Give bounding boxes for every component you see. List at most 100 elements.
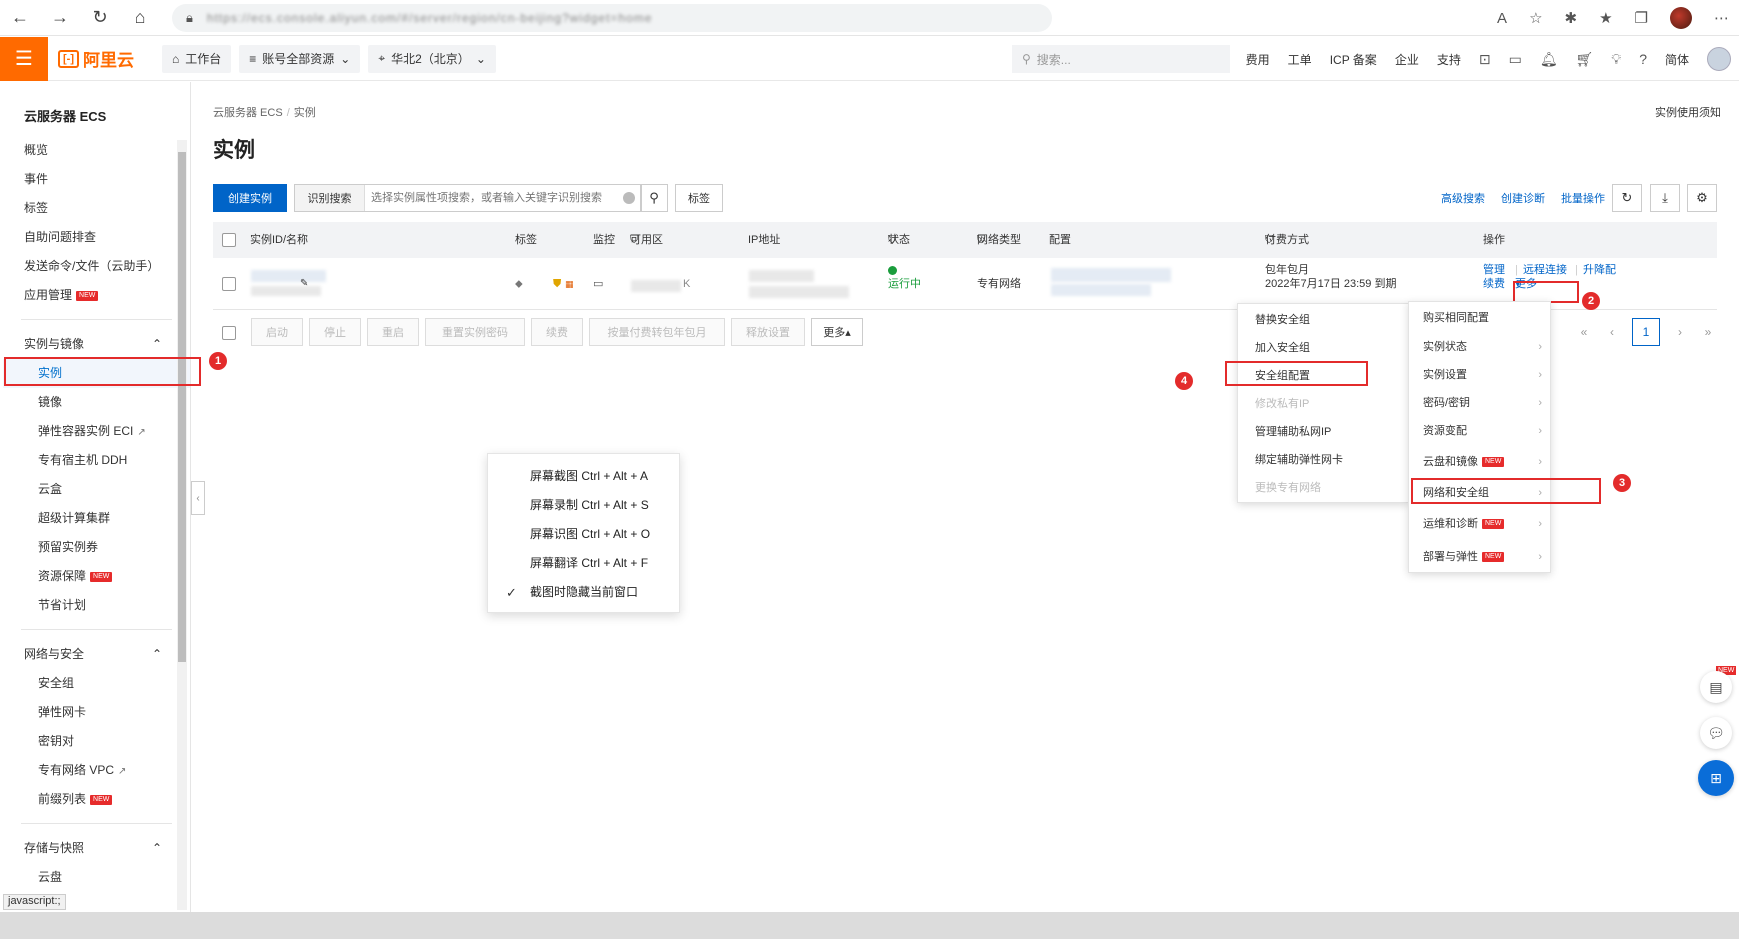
sidebar-item-scc[interactable]: 超级计算集群 [3, 504, 190, 533]
scrollbar-thumb[interactable] [178, 152, 186, 662]
favorites-icon[interactable]: ★ [1599, 9, 1612, 27]
buy-same-config-item[interactable]: 购买相同配置 [1409, 304, 1550, 332]
join-security-group-item[interactable]: 加入安全组 [1238, 334, 1408, 362]
sidebar-scrollbar[interactable] [177, 140, 187, 910]
sidebar-item-prefix-lists[interactable]: 前缀列表 NEW [3, 785, 190, 814]
modify-private-ip-item[interactable]: 修改私有IP [1238, 390, 1408, 418]
ctx-hide-window-item[interactable]: ✓ 截图时隐藏当前窗口 [488, 578, 679, 607]
next-page-button[interactable]: › [1666, 325, 1694, 339]
settings-icon[interactable]: ⚙ [1687, 184, 1717, 212]
ctx-screenshot-item[interactable]: 屏幕截图 Ctrl + Alt + A [488, 462, 679, 491]
tag-filter-button[interactable]: 标签 [675, 184, 723, 212]
bell-icon[interactable]: 🔔︎ [1540, 51, 1558, 68]
home-icon[interactable]: ⌂ [120, 0, 160, 36]
disk-image-item[interactable]: 云盘和镜像 NEW › [1409, 448, 1550, 476]
sidebar-item-cloudbox[interactable]: 云盒 [3, 475, 190, 504]
read-aloud-icon[interactable]: A [1497, 10, 1507, 27]
ctx-ocr-item[interactable]: 屏幕识图 Ctrl + Alt + O [488, 520, 679, 549]
sidebar-collapse-button[interactable]: ‹ [191, 481, 205, 515]
workbench-button[interactable]: ⌂ 工作台 [162, 44, 232, 73]
collections-icon[interactable]: ❐ [1635, 9, 1648, 27]
top-link-tickets[interactable]: 工单 [1288, 51, 1312, 68]
apps-grid-icon[interactable]: ⊞ [1698, 760, 1734, 796]
ctx-translate-item[interactable]: 屏幕翻译 Ctrl + Alt + F [488, 549, 679, 578]
manage-secondary-ip-item[interactable]: 管理辅助私网IP [1238, 418, 1408, 446]
instance-search-input[interactable] [365, 186, 623, 210]
replace-security-group-item[interactable]: 替换安全组 [1238, 306, 1408, 334]
sidebar-item-eci[interactable]: 弹性容器实例 ECI ↗ [3, 417, 190, 446]
search-button[interactable]: ⚲ [640, 184, 668, 212]
menu-icon[interactable]: ☰ [0, 36, 48, 81]
refresh-icon[interactable]: ↻ [1612, 184, 1642, 212]
prev-page-button[interactable]: ‹ [1598, 325, 1626, 339]
sidebar-item-savings-plan[interactable]: 节省计划 [3, 591, 190, 620]
favorite-add-icon[interactable]: ☆ [1529, 9, 1542, 27]
bind-eni-item[interactable]: 绑定辅助弹性网卡 [1238, 446, 1408, 474]
tag-icon[interactable]: ⬥ [515, 266, 523, 302]
resize-link[interactable]: 升降配 [1583, 252, 1616, 288]
sidebar-item-reserved[interactable]: 预留实例券 [3, 533, 190, 562]
change-vpc-item[interactable]: 更换专有网络 [1238, 474, 1408, 502]
monitor-icon[interactable]: ▭ [593, 266, 603, 302]
renew-link[interactable]: 续费 [1483, 266, 1505, 302]
top-link-fees[interactable]: 费用 [1246, 51, 1270, 68]
top-link-icp[interactable]: ICP 备案 [1330, 51, 1377, 68]
address-bar[interactable]: 🔒︎ https://ecs.console.aliyun.com/#/serv… [172, 4, 1052, 32]
user-avatar[interactable] [1707, 47, 1731, 71]
sidebar-group-instances-images[interactable]: 实例与镜像 ⌃ [3, 329, 190, 359]
language-switch[interactable]: 简体 [1665, 51, 1689, 68]
first-page-button[interactable]: « [1570, 325, 1598, 339]
top-link-enterprise[interactable]: 企业 [1395, 51, 1419, 68]
sidebar-item-images[interactable]: 镜像 [3, 388, 190, 417]
sidebar-item-tags[interactable]: 标签 [3, 194, 190, 223]
select-all-checkbox[interactable] [222, 233, 236, 247]
current-page[interactable]: 1 [1632, 318, 1660, 346]
download-icon[interactable]: ⤓ [1650, 184, 1680, 212]
sidebar-item-ddh[interactable]: 专有宿主机 DDH [3, 446, 190, 475]
profile-avatar[interactable] [1670, 7, 1692, 29]
aliyun-logo[interactable]: [-] 阿里云 [58, 46, 154, 71]
back-icon[interactable]: ← [0, 0, 40, 36]
reload-icon[interactable]: ↻ [80, 0, 120, 36]
resource-selector[interactable]: ≡ 账号全部资源 ⌄ [239, 44, 361, 73]
extensions-icon[interactable]: ✱ [1565, 9, 1578, 27]
password-key-item[interactable]: 密码/密钥 › [1409, 389, 1550, 417]
sidebar-group-storage[interactable]: 存储与快照 ⌃ [3, 833, 190, 863]
sidebar-item-vpc[interactable]: 专有网络 VPC ↗ [3, 756, 190, 785]
sidebar-item-send-command[interactable]: 发送命令/文件（云助手） [3, 252, 190, 281]
sidebar-item-eni[interactable]: 弹性网卡 [3, 698, 190, 727]
sidebar-item-app-management[interactable]: 应用管理 NEW [3, 281, 190, 310]
instance-notice-link[interactable]: 实例使用须知 [1655, 104, 1721, 120]
top-link-support[interactable]: 支持 [1437, 51, 1461, 68]
edit-icon[interactable]: ✎ [300, 266, 308, 302]
last-page-button[interactable]: » [1694, 325, 1722, 339]
sidebar-item-security-groups[interactable]: 安全组 [3, 669, 190, 698]
lightbulb-icon[interactable]: 💡︎ [1611, 51, 1621, 68]
renew-button[interactable]: 续费 [531, 318, 583, 346]
guide-book-icon[interactable]: ▤ [1700, 671, 1732, 703]
convert-billing-button[interactable]: 按量付费转包年包月 [589, 318, 725, 346]
sidebar-item-events[interactable]: 事件 [3, 165, 190, 194]
instance-settings-item[interactable]: 实例设置 › [1409, 361, 1550, 389]
app-icon[interactable]: ⊡ [1479, 51, 1491, 68]
region-selector[interactable]: ⌖ 华北2（北京） ⌄ [368, 44, 496, 73]
clear-icon[interactable] [623, 192, 635, 204]
sidebar-item-capacity[interactable]: 资源保障 NEW [3, 562, 190, 591]
sidebar-group-network-security[interactable]: 网络与安全 ⌃ [3, 639, 190, 669]
sidebar-item-overview[interactable]: 概览 [3, 136, 190, 165]
instance-status-item[interactable]: 实例状态 › [1409, 333, 1550, 361]
reset-password-button[interactable]: 重置实例密码 [425, 318, 525, 346]
cart-icon[interactable]: 🛒︎ [1576, 51, 1594, 68]
resource-change-item[interactable]: 资源变配 › [1409, 417, 1550, 445]
batch-select-checkbox[interactable] [222, 326, 236, 340]
start-button[interactable]: 启动 [251, 318, 303, 346]
row-checkbox[interactable] [222, 277, 236, 291]
chat-icon[interactable]: 💬︎ [1700, 717, 1732, 749]
sidebar-item-troubleshoot[interactable]: 自助问题排查 [3, 223, 190, 252]
sidebar-item-disks[interactable]: 云盘 [3, 863, 190, 892]
terminal-icon[interactable]: ▭ [1509, 51, 1522, 68]
breadcrumb-ecs[interactable]: 云服务器 ECS [213, 107, 283, 119]
create-instance-button[interactable]: 创建实例 [213, 184, 287, 212]
batch-more-button[interactable]: 更多▴ [811, 318, 863, 346]
release-settings-button[interactable]: 释放设置 [731, 318, 805, 346]
